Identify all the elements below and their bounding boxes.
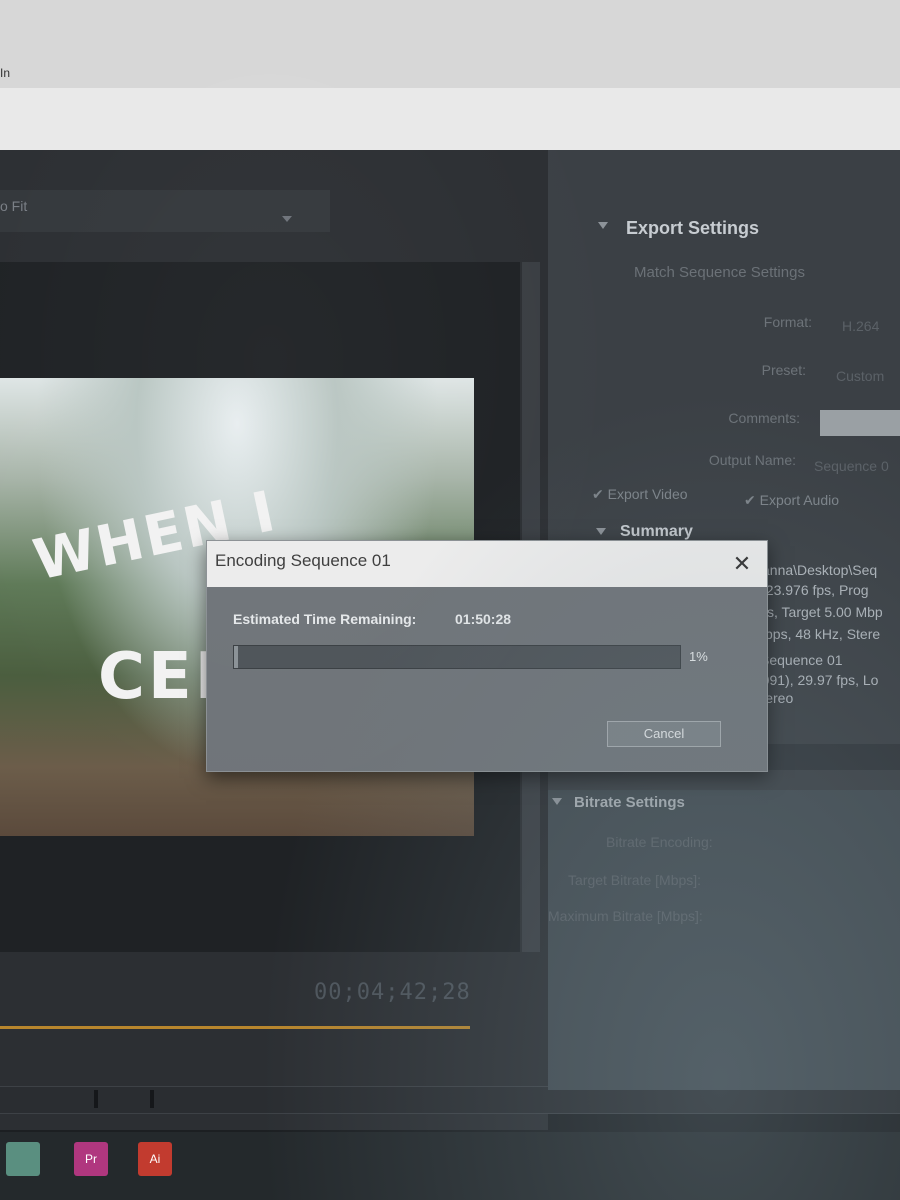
match-sequence-settings[interactable]: Match Sequence Settings (634, 264, 805, 281)
collapse-triangle-icon[interactable] (598, 222, 608, 229)
progress-percent: 1% (689, 649, 708, 664)
menu-label[interactable]: In (0, 66, 10, 80)
summary-line: anna\Desktop\Seq (762, 562, 878, 578)
estimated-time-value: 01:50:28 (455, 611, 512, 627)
cancel-button[interactable]: Cancel (607, 721, 721, 747)
encoding-dialog: Encoding Sequence 01 ✕ Estimated Time Re… (206, 540, 768, 772)
work-area-bar[interactable] (0, 1026, 470, 1029)
summary-line: kbps, 48 kHz, Stere (758, 626, 881, 642)
export-settings-title: Export Settings (626, 218, 760, 238)
estimated-time-label: Estimated Time Remaining: (233, 611, 417, 627)
export-audio-label: Export Audio (759, 492, 840, 508)
playhead-marker[interactable] (150, 1090, 154, 1108)
bitrate-encoding-label: Bitrate Encoding: (606, 834, 713, 850)
maximum-bitrate-label: Maximum Bitrate [Mbps]: (548, 908, 703, 924)
premiere-icon[interactable]: Pr (74, 1142, 108, 1176)
format-value[interactable]: H.264 (842, 318, 879, 334)
summary-line: Sequence 01 (760, 652, 843, 668)
chevron-down-icon[interactable] (282, 216, 292, 222)
close-icon[interactable]: ✕ (727, 549, 757, 579)
bitrate-settings-title: Bitrate Settings (574, 794, 685, 811)
collapse-triangle-icon[interactable] (596, 528, 606, 535)
checkmark-icon: ✔ (744, 492, 756, 508)
summary-line: .9091), 29.97 fps, Lo (750, 672, 879, 688)
comments-field[interactable] (820, 410, 900, 436)
in-point-marker[interactable] (94, 1090, 98, 1108)
format-label: Format: (763, 314, 812, 330)
fit-dropdown[interactable] (0, 190, 330, 232)
app-icon[interactable] (6, 1142, 40, 1176)
summary-line: ss, Target 5.00 Mbp (760, 604, 883, 620)
bitrate-settings-section (548, 790, 900, 1090)
comments-label: Comments: (728, 410, 800, 426)
summary-title: Summary (620, 523, 693, 540)
title-bar (0, 88, 900, 150)
preset-label: Preset: (761, 362, 806, 378)
fit-dropdown-label: o Fit (0, 198, 28, 214)
target-bitrate-label: Target Bitrate [Mbps]: (568, 872, 702, 888)
summary-line: , 23.976 fps, Prog (758, 582, 869, 598)
timeline-track[interactable] (0, 1086, 900, 1114)
checkmark-icon: ✔ (592, 486, 604, 502)
timecode-display[interactable]: 00;04;42;28 (314, 980, 471, 1005)
dialog-title: Encoding Sequence 01 (215, 551, 391, 570)
window-top-bar (0, 0, 900, 90)
export-video-checkbox[interactable]: ✔ Export Video (592, 486, 688, 503)
dialog-title-bar[interactable]: Encoding Sequence 01 ✕ (207, 541, 767, 587)
taskbar (0, 1132, 900, 1200)
adobe-icon[interactable]: Ai (138, 1142, 172, 1176)
output-name-value[interactable]: Sequence 0 (814, 458, 889, 474)
export-audio-checkbox[interactable]: ✔ Export Audio (744, 492, 839, 509)
progress-bar (233, 645, 681, 669)
output-name-label: Output Name: (708, 452, 796, 468)
collapse-triangle-icon[interactable] (552, 798, 562, 805)
export-video-label: Export Video (607, 486, 688, 502)
progress-bar-fill (234, 646, 238, 668)
preset-value[interactable]: Custom (836, 368, 884, 384)
